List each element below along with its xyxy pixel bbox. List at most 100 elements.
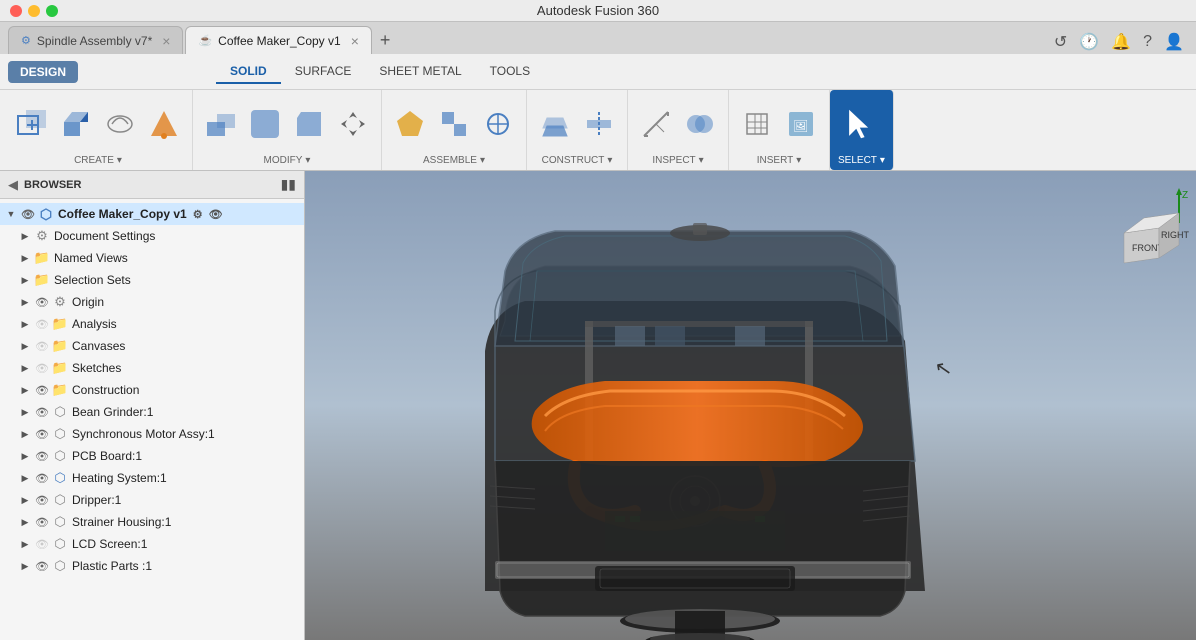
tree-expand-strainer[interactable]: ▶ — [18, 515, 32, 529]
modify-label[interactable]: MODIFY ▾ — [264, 155, 311, 166]
press-pull-tool[interactable] — [201, 104, 241, 144]
assemble-label[interactable]: ASSEMBLE ▾ — [423, 155, 485, 166]
tree-item-canvases[interactable]: ▶ 👁 📁 Canvases — [0, 335, 304, 357]
tree-eye-motor[interactable]: 👁 — [34, 426, 50, 442]
tab-coffee-close[interactable]: × — [351, 34, 359, 48]
tree-eye-strainer[interactable]: 👁 — [34, 514, 50, 530]
construct-group: CONSTRUCT ▾ — [527, 90, 628, 170]
tab-sheet-metal[interactable]: SHEET METAL — [365, 60, 475, 84]
insert-label[interactable]: INSERT ▾ — [757, 155, 802, 166]
tab-coffee[interactable]: ☕ Coffee Maker_Copy v1 × — [185, 26, 371, 54]
joint-tool[interactable] — [390, 104, 430, 144]
tree-expand-sketches[interactable]: ▶ — [18, 361, 32, 375]
tree-eye-bean-grinder[interactable]: 👁 — [34, 404, 50, 420]
tree-expand-lcd[interactable]: ▶ — [18, 537, 32, 551]
tree-item-sketches[interactable]: ▶ 👁 📁 Sketches — [0, 357, 304, 379]
tree-item-construction[interactable]: ▶ 👁 📁 Construction — [0, 379, 304, 401]
offset-plane-tool[interactable] — [535, 104, 575, 144]
maximize-button[interactable] — [46, 5, 58, 17]
tree-item-doc-settings[interactable]: ▶ ⚙ Document Settings — [0, 225, 304, 247]
minimize-button[interactable] — [28, 5, 40, 17]
tab-spindle[interactable]: ⚙ Spindle Assembly v7* × — [8, 26, 183, 54]
tab-surface[interactable]: SURFACE — [281, 60, 366, 84]
help-icon[interactable]: ? — [1139, 31, 1156, 53]
tree-item-plastic-parts[interactable]: ▶ 👁 ⬡ Plastic Parts :1 — [0, 555, 304, 577]
tree-expand-bean-grinder[interactable]: ▶ — [18, 405, 32, 419]
close-button[interactable] — [10, 5, 22, 17]
tree-expand-named-views[interactable]: ▶ — [18, 251, 32, 265]
tree-item-root[interactable]: ▼ 👁 ⬡ Coffee Maker_Copy v1 ⚙ 👁 — [0, 203, 304, 225]
tree-expand-pcb[interactable]: ▶ — [18, 449, 32, 463]
tree-eye-construction[interactable]: 👁 — [34, 382, 50, 398]
new-tab-button[interactable]: + — [374, 26, 397, 54]
tree-item-dripper[interactable]: ▶ 👁 ⬡ Dripper:1 — [0, 489, 304, 511]
tree-settings-root[interactable]: ⚙ — [193, 208, 203, 221]
tree-expand-root[interactable]: ▼ — [4, 207, 18, 221]
select-label[interactable]: SELECT ▾ — [838, 155, 885, 166]
tab-tools[interactable]: TOOLS — [476, 60, 544, 84]
tree-item-heating[interactable]: ▶ 👁 ⬡ Heating System:1 — [0, 467, 304, 489]
design-button[interactable]: DESIGN — [8, 61, 78, 83]
profile-icon[interactable]: 👤 — [1160, 30, 1188, 54]
notification-icon[interactable]: 🔔 — [1107, 30, 1135, 54]
browser-collapse-btn[interactable]: ▮▮ — [281, 176, 296, 193]
viewport[interactable]: ↖ Z FRONT RIGHT — [305, 171, 1196, 640]
tree-item-motor[interactable]: ▶ 👁 ⬡ Synchronous Motor Assy:1 — [0, 423, 304, 445]
tree-item-named-views[interactable]: ▶ 📁 Named Views — [0, 247, 304, 269]
revolve-tool[interactable] — [100, 104, 140, 144]
chamfer-tool[interactable] — [289, 104, 329, 144]
insert-mesh-tool[interactable] — [737, 104, 777, 144]
tab-spindle-close[interactable]: × — [162, 34, 170, 48]
tree-eye-analysis[interactable]: 👁 — [34, 316, 50, 332]
toolbar: DESIGN SOLID SURFACE SHEET METAL TOOLS — [0, 54, 1196, 171]
tree-item-selection-sets[interactable]: ▶ 📁 Selection Sets — [0, 269, 304, 291]
tree-eye-plastic[interactable]: 👁 — [34, 558, 50, 574]
select-tool[interactable] — [838, 101, 884, 147]
browser-back-icon[interactable]: ◀ — [8, 177, 18, 193]
tree-expand-doc[interactable]: ▶ — [18, 229, 32, 243]
tree-eye-pcb[interactable]: 👁 — [34, 448, 50, 464]
interference-tool[interactable] — [680, 104, 720, 144]
tree-visibility-root[interactable]: 👁 — [209, 208, 223, 221]
tree-eye-root[interactable]: 👁 — [20, 206, 36, 222]
create-group: CREATE ▾ — [4, 90, 193, 170]
insert-svg-tool[interactable]: 🖼 — [781, 104, 821, 144]
tree-item-origin[interactable]: ▶ 👁 ⚙ Origin — [0, 291, 304, 313]
tree-eye-dripper[interactable]: 👁 — [34, 492, 50, 508]
tree-expand-canvases[interactable]: ▶ — [18, 339, 32, 353]
tree-item-lcd[interactable]: ▶ 👁 ⬡ LCD Screen:1 — [0, 533, 304, 555]
viewcube[interactable]: Z FRONT RIGHT — [1104, 183, 1184, 263]
tree-expand-dripper[interactable]: ▶ — [18, 493, 32, 507]
refresh-icon[interactable]: ↺ — [1050, 30, 1071, 54]
extrude-tool[interactable] — [56, 104, 96, 144]
tree-expand-origin[interactable]: ▶ — [18, 295, 32, 309]
tree-expand-heating[interactable]: ▶ — [18, 471, 32, 485]
tree-eye-heating[interactable]: 👁 — [34, 470, 50, 486]
create-label[interactable]: CREATE ▾ — [74, 155, 122, 166]
tree-item-strainer[interactable]: ▶ 👁 ⬡ Strainer Housing:1 — [0, 511, 304, 533]
new-component-tool[interactable] — [12, 104, 52, 144]
construct-label[interactable]: CONSTRUCT ▾ — [542, 155, 613, 166]
motion-link-tool[interactable] — [478, 104, 518, 144]
clock-icon[interactable]: 🕐 — [1075, 30, 1103, 54]
tab-solid[interactable]: SOLID — [216, 60, 281, 84]
tree-expand-motor[interactable]: ▶ — [18, 427, 32, 441]
tree-expand-selection-sets[interactable]: ▶ — [18, 273, 32, 287]
tree-eye-canvases[interactable]: 👁 — [34, 338, 50, 354]
move-tool[interactable] — [333, 104, 373, 144]
tree-eye-lcd[interactable]: 👁 — [34, 536, 50, 552]
midplane-tool[interactable] — [579, 104, 619, 144]
tree-item-pcb[interactable]: ▶ 👁 ⬡ PCB Board:1 — [0, 445, 304, 467]
as-built-joint-tool[interactable] — [434, 104, 474, 144]
fillet-tool[interactable] — [245, 104, 285, 144]
measure-tool[interactable] — [636, 104, 676, 144]
tree-eye-sketches[interactable]: 👁 — [34, 360, 50, 376]
tree-expand-plastic[interactable]: ▶ — [18, 559, 32, 573]
inspect-label[interactable]: INSPECT ▾ — [652, 155, 703, 166]
tree-item-analysis[interactable]: ▶ 👁 📁 Analysis — [0, 313, 304, 335]
tree-expand-construction[interactable]: ▶ — [18, 383, 32, 397]
tree-eye-origin[interactable]: 👁 — [34, 294, 50, 310]
sketch-tool[interactable] — [144, 104, 184, 144]
tree-item-bean-grinder[interactable]: ▶ 👁 ⬡ Bean Grinder:1 — [0, 401, 304, 423]
tree-expand-analysis[interactable]: ▶ — [18, 317, 32, 331]
